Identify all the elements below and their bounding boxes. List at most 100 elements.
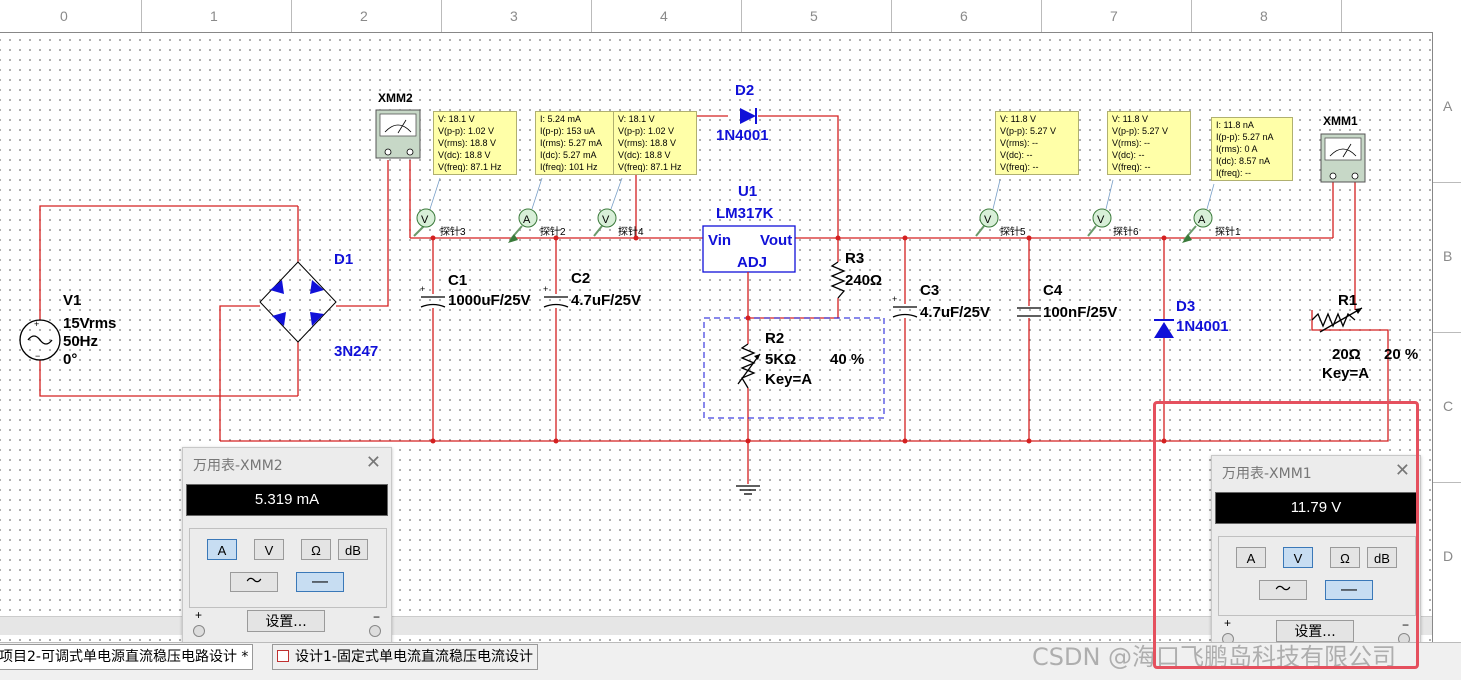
- probe-label-3: 探针3: [440, 225, 466, 238]
- v1-name: V1: [63, 292, 81, 309]
- probe-label-6: 探针6: [1113, 225, 1139, 238]
- settings-button[interactable]: 设置...: [247, 610, 325, 632]
- xmm1-instrument[interactable]: [1320, 133, 1366, 183]
- probe-marker-1[interactable]: A: [1182, 183, 1215, 243]
- d2-diode[interactable]: [740, 108, 757, 124]
- close-icon[interactable]: ✕: [366, 452, 381, 473]
- probe-line: V: 18.1 V: [438, 114, 475, 124]
- ruler-tick: [1433, 482, 1461, 483]
- c4-value: 100nF/25V: [1043, 304, 1117, 321]
- probe-line: V(freq): 87.1 Hz: [438, 162, 502, 172]
- d1-model: 3N247: [334, 343, 378, 360]
- probe-line: V(p-p): 1.02 V: [438, 126, 495, 136]
- tab-project-2[interactable]: 项目2-可调式单电源直流稳压电路设计 *: [0, 644, 254, 670]
- c3-value: 4.7uF/25V: [920, 304, 990, 321]
- probe-line: I(p-p): 153 uA: [540, 126, 596, 136]
- junction-dots: [430, 235, 1167, 444]
- svg-text:−: −: [35, 351, 40, 361]
- xmm1-name: XMM1: [1323, 114, 1358, 128]
- plus-terminal-label: +: [195, 608, 203, 622]
- mode-db-button[interactable]: dB: [338, 539, 368, 560]
- probe-line: V(freq): 87.1 Hz: [618, 162, 682, 172]
- mode-ammeter-button[interactable]: A: [207, 539, 237, 560]
- r3-resistor[interactable]: [830, 261, 846, 299]
- probe-line: V(rms): --: [1000, 138, 1038, 148]
- probe-readout-5: V: 11.8 V V(p-p): 5.27 V V(rms): -- V(dc…: [995, 111, 1079, 175]
- probe-readout-4: V: 18.1 V V(p-p): 1.02 V V(rms): 18.8 V …: [613, 111, 697, 175]
- probe-line: I(freq): --: [1216, 168, 1251, 178]
- d1-bridge-rectifier[interactable]: [259, 261, 337, 343]
- probe-line: I(rms): 5.27 mA: [540, 138, 603, 148]
- probe-line: V: 11.8 V: [1112, 114, 1149, 124]
- ruler-row-b: B: [1443, 248, 1453, 264]
- u1-model: LM317K: [716, 205, 774, 222]
- xmm2-name: XMM2: [378, 91, 413, 105]
- xmm2-instrument[interactable]: [375, 109, 421, 159]
- probe-line: V(rms): 18.8 V: [438, 138, 497, 148]
- probe-line: I(rms): 0 A: [1216, 144, 1258, 154]
- probe-line: V(p-p): 1.02 V: [618, 126, 675, 136]
- probe-label-5: 探针5: [1000, 225, 1026, 238]
- svg-text:V: V: [602, 214, 610, 226]
- r3-name: R3: [845, 250, 864, 267]
- r2-key: Key=A: [765, 371, 812, 388]
- mode-ohmmeter-button[interactable]: Ω: [301, 539, 331, 560]
- minus-terminal-label: −: [373, 610, 381, 624]
- r3-value: 240Ω: [845, 272, 882, 289]
- d3-zener[interactable]: [1154, 319, 1174, 338]
- tab-label: 设计1-固定式单电流直流稳压电流设计: [295, 649, 533, 665]
- v1-ac-source[interactable]: + −: [19, 319, 61, 361]
- probe-line: V(freq): --: [1000, 162, 1039, 172]
- probe-label-4: 探针4: [618, 225, 644, 238]
- c2-name: C2: [571, 270, 590, 287]
- probe-line: V: 18.1 V: [618, 114, 655, 124]
- probe-line: I: 11.8 nA: [1216, 120, 1254, 130]
- plus-terminal[interactable]: [193, 625, 205, 637]
- ruler-row-c: C: [1443, 398, 1454, 414]
- tab-design-1[interactable]: 设计1-固定式单电流直流稳压电流设计: [272, 644, 538, 670]
- svg-text:+: +: [892, 294, 897, 304]
- multimeter-panel-xmm2[interactable]: 万用表-XMM2 ✕ 5.319 mA A V Ω dB 〜 — + − 设置.…: [182, 447, 392, 649]
- probe-line: V(p-p): 5.27 V: [1000, 126, 1057, 136]
- c4-capacitor[interactable]: [1017, 307, 1041, 317]
- svg-text:+: +: [420, 284, 425, 294]
- ruler-tick: [1433, 182, 1461, 183]
- r1-potentiometer[interactable]: [1311, 307, 1363, 333]
- u1-name: U1: [738, 183, 757, 200]
- probe-marker-2[interactable]: A: [508, 177, 543, 243]
- probe-readout-1: I: 11.8 nA I(p-p): 5.27 nA I(rms): 0 A I…: [1211, 117, 1293, 181]
- probe-marker-5[interactable]: V: [975, 179, 1001, 237]
- c1-value: 1000uF/25V: [448, 292, 531, 309]
- dc-line-button[interactable]: —: [296, 572, 344, 592]
- probe-line: V(dc): 18.8 V: [618, 150, 671, 160]
- minus-terminal[interactable]: [369, 625, 381, 637]
- svg-text:A: A: [523, 214, 531, 226]
- probe-line: V(rms): 18.8 V: [618, 138, 677, 148]
- probe-line: I: 5.24 mA: [540, 114, 582, 124]
- d1-name: D1: [334, 251, 353, 268]
- probe-line: V(dc): --: [1112, 150, 1145, 160]
- r1-name: R1: [1338, 292, 1357, 309]
- probe-line: V(p-p): 5.27 V: [1112, 126, 1169, 136]
- r1-key: Key=A: [1322, 365, 1369, 382]
- probe-line: V(dc): --: [1000, 150, 1033, 160]
- r2-potentiometer[interactable]: [737, 343, 761, 389]
- ruler-row-d: D: [1443, 548, 1454, 564]
- probe-line: I(freq): 101 Hz: [540, 162, 598, 172]
- probe-readout-6: V: 11.8 V V(p-p): 5.27 V V(rms): -- V(dc…: [1107, 111, 1191, 175]
- r1-percent: 20 %: [1384, 346, 1418, 363]
- mode-group: A V Ω dB 〜 —: [189, 528, 387, 608]
- ruler-row-a: A: [1443, 98, 1453, 114]
- ac-wave-button[interactable]: 〜: [230, 572, 278, 592]
- u1-pin-vin: Vin: [708, 232, 731, 249]
- mode-voltmeter-button[interactable]: V: [254, 539, 284, 560]
- probe-marker-6[interactable]: V: [1087, 179, 1114, 237]
- probe-marker-3[interactable]: V: [413, 177, 441, 237]
- v1-phase: 0°: [63, 351, 77, 368]
- probe-line: I(dc): 8.57 nA: [1216, 156, 1271, 166]
- u1-pin-vout: Vout: [760, 232, 792, 249]
- svg-text:A: A: [1198, 214, 1206, 226]
- probe-line: V(dc): 18.8 V: [438, 150, 491, 160]
- probe-label-2: 探针2: [540, 225, 566, 238]
- probe-line: I(dc): 5.27 mA: [540, 150, 597, 160]
